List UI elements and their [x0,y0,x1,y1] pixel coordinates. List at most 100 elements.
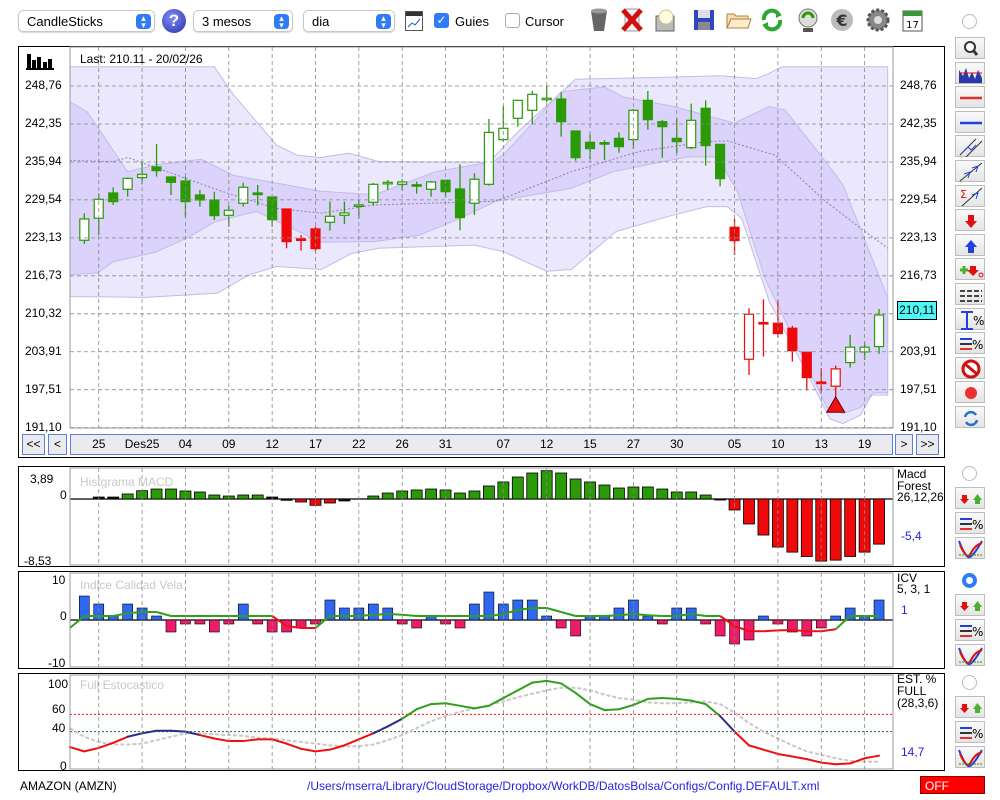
sync-button[interactable] [955,406,985,428]
y-axis-tick: 242,35 [25,115,62,130]
candle-body [686,119,697,149]
candle-body [295,238,307,241]
buy-arrow-button[interactable] [955,233,985,256]
channel-button[interactable] [955,135,985,158]
stoch-k-segment [126,732,144,738]
icv-bar [758,615,769,621]
stoch-d-line [69,686,880,763]
x-axis-label: 22 [352,437,366,451]
stoch-k-segment [719,715,736,733]
icv-signal-segment [792,629,807,633]
icv-bar [151,615,162,621]
y-axis-tick-right: 191,10 [900,419,937,434]
volume-profile-icon [959,67,982,83]
candle-body [758,321,769,325]
nav-prev-button[interactable]: < [48,434,67,455]
icv-bar [411,619,422,629]
candle [758,299,769,357]
candle-body [382,181,393,185]
icv-bar [367,603,379,621]
sell-arrow-button[interactable] [955,209,985,232]
nav-first-button[interactable]: << [22,434,45,455]
dashed-lines-button[interactable] [955,283,985,305]
candle-body [613,137,625,148]
macd-bar [482,485,495,500]
indicator-curve-button[interactable] [955,746,985,768]
sum-trendline-button[interactable]: Σ [955,184,985,207]
svg-text:%: % [972,518,983,532]
macd-bar [425,488,438,500]
svg-text:%: % [972,727,983,741]
y-axis-tick-right: 216,73 [900,267,937,282]
buy-sell-signals-button[interactable] [955,487,985,509]
x-axis-label: 19 [857,437,872,451]
icv-bar [194,619,206,625]
y-axis-tick-right: 248,76 [900,78,937,92]
x-axis-label: 15 [583,437,597,451]
forbidden-button[interactable] [955,356,985,379]
channel-icon [959,139,983,158]
percent-range-button[interactable]: % [955,307,985,330]
stoch-k-segment [213,737,230,743]
zoom-button[interactable] [955,37,985,59]
candle-body [165,176,177,183]
x-axis-label: 13 [814,437,828,451]
candle-body [339,212,350,216]
macd-panel-radio[interactable] [962,466,977,481]
plot-frame [69,674,894,770]
buy-sell-signals-button[interactable] [955,696,985,718]
red-horizontal-line-button[interactable] [955,86,985,109]
y-axis-tick-right: 235,94 [900,153,937,168]
candle-body [79,218,90,241]
indicator-curve-button[interactable] [955,537,985,559]
indicator-curve-button[interactable] [955,644,985,666]
candle-body [570,130,581,159]
percent-levels-button[interactable]: % [955,721,985,743]
svg-text:%: % [972,625,983,639]
live-toggle-button[interactable]: OFF [920,776,985,794]
volume-profile-button[interactable] [955,61,985,84]
config-path-link[interactable]: /Users/mserra/Library/CloudStorage/Dropb… [307,779,819,793]
y-axis-tick: 210,32 [25,305,62,320]
stoch-k-segment [473,704,490,710]
stoch-k-segment [242,738,259,743]
y-axis-tick: 248,76 [25,78,62,92]
stoch-k-segment [444,702,461,707]
macd-bar [829,498,842,561]
add-order-button[interactable] [955,258,985,281]
stoch-k-segment [386,717,404,728]
stoch-y-tick: 60 [52,702,66,716]
date-axis-scrollbar[interactable] [70,434,893,455]
stoch-k-segment [459,704,476,710]
icv-bar [801,619,813,637]
stoch-k-segment [300,747,317,753]
icv-panel-radio[interactable] [962,573,977,588]
macd-bar [324,498,336,504]
candle-body [426,181,437,190]
macd-y-tick: 3,89 [30,472,54,486]
percent-levels-button[interactable]: % [955,512,985,534]
icv-signal-segment [127,611,143,615]
record-button[interactable] [955,381,985,404]
stoch-k-segment [805,758,823,764]
candle-body [108,192,119,203]
buy-sell-signals-icon [960,703,982,713]
percent-levels-button[interactable]: % [955,619,985,641]
stoch-k-segment [574,691,592,706]
macd-bar [714,498,726,501]
macd-bar [743,498,755,525]
bar-chart-icon[interactable] [26,52,58,70]
buy-sell-signals-button[interactable] [955,594,985,616]
x-axis-label: 12 [540,437,554,451]
blue-horizontal-line-button[interactable] [955,110,985,133]
icv-value: 1 [901,603,908,617]
macd-bar [237,494,250,500]
trendline-button[interactable] [955,160,985,182]
macd-bar [873,498,885,545]
percent-levels-button[interactable]: % [955,332,985,355]
stoch-title: Full Estocastico [80,678,165,692]
icv-signal-segment [633,613,648,617]
nav-next-button[interactable]: > [895,434,913,455]
nav-last-button[interactable]: >> [916,434,939,455]
stoch-panel-radio[interactable] [962,675,977,690]
